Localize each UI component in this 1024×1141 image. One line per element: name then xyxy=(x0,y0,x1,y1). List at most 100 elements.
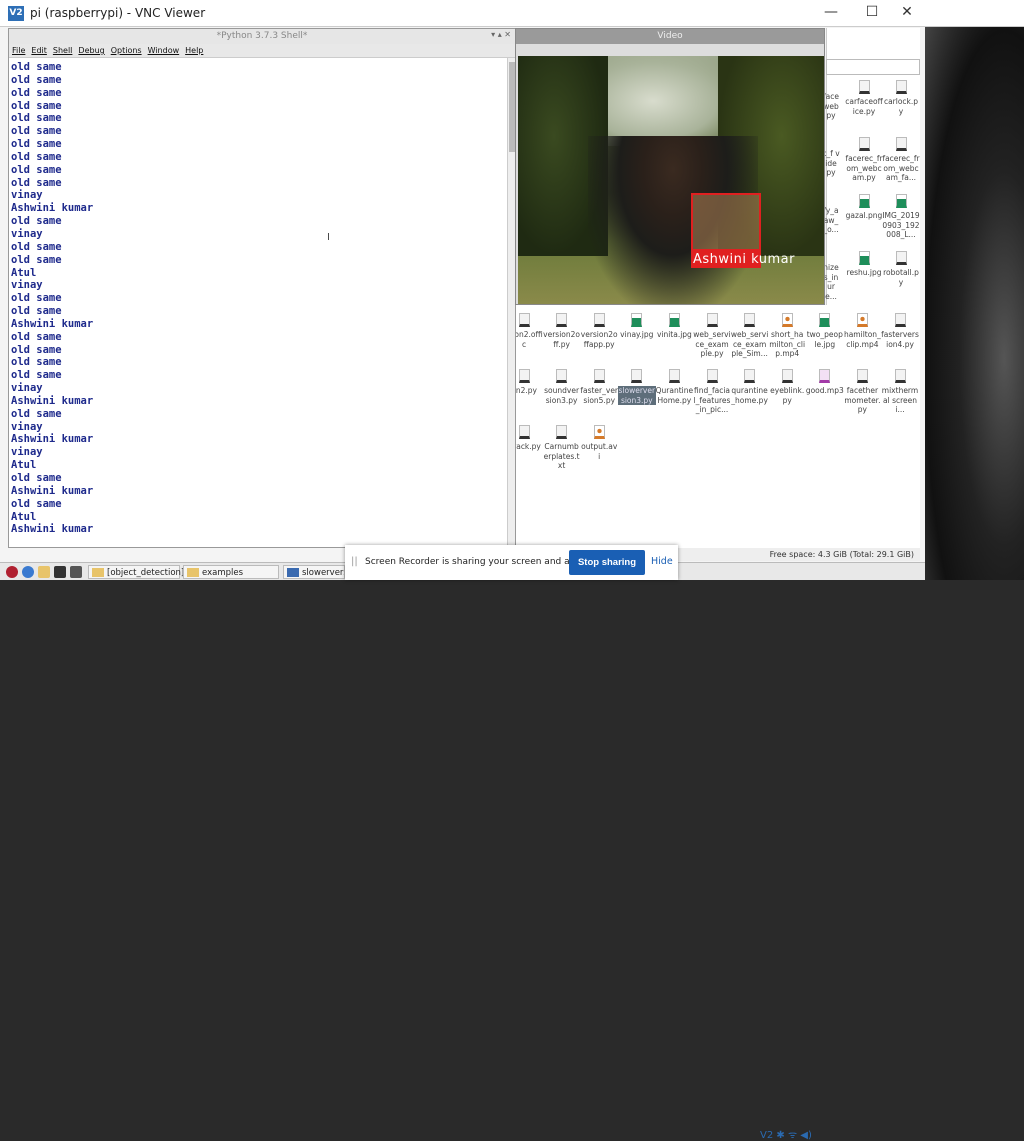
terminal-icon[interactable] xyxy=(54,566,66,578)
file-manager-path-input[interactable] xyxy=(826,59,920,75)
file-icon[interactable]: output.avi xyxy=(580,425,618,461)
folder-icon[interactable] xyxy=(38,566,50,578)
file-name: carlock.py xyxy=(883,97,919,116)
file-icon[interactable]: eyeblink.py xyxy=(768,369,806,405)
file-icon[interactable]: faster_version5.py xyxy=(580,369,618,405)
face-label: Ashwini kumar xyxy=(693,252,795,267)
system-tray[interactable]: V2 ✱ ᯤ ◀) xyxy=(760,1127,812,1141)
task-label: slowerversion xyxy=(302,568,344,578)
task-examples[interactable]: examples xyxy=(183,565,279,579)
hide-button[interactable]: Hide xyxy=(651,556,673,567)
file-type-icon xyxy=(781,313,793,327)
task-slowerversion[interactable]: slowerversion xyxy=(283,565,345,579)
close-button[interactable]: ✕ xyxy=(892,4,922,20)
menu-debug[interactable]: Debug xyxy=(78,46,104,55)
file-icon[interactable]: version2offapp.py xyxy=(580,313,618,349)
menu-edit[interactable]: Edit xyxy=(31,46,47,55)
file-icon[interactable]: version2off.py xyxy=(543,313,581,349)
file-icon[interactable]: IMG_20190903_192008_L... xyxy=(882,194,920,240)
raspberry-menu-icon[interactable] xyxy=(6,566,18,578)
file-name: IMG_20190903_192008_L... xyxy=(882,211,920,239)
file-icon[interactable]: web_service_example_Sim... xyxy=(731,313,769,359)
menu-file[interactable]: File xyxy=(12,46,25,55)
file-icon[interactable]: QurantineHome.py xyxy=(655,369,693,405)
shell-line: Atul xyxy=(11,459,37,472)
file-type-icon xyxy=(518,313,530,327)
shell-line: old same xyxy=(11,163,62,176)
file-type-icon xyxy=(781,369,793,383)
file-icon[interactable]: mixthermal screeni... xyxy=(881,369,919,415)
shell-line: vinay xyxy=(11,420,43,433)
file-icon[interactable]: Carnumberplates.txt xyxy=(543,425,581,471)
menu-window[interactable]: Window xyxy=(148,46,180,55)
file-name: facethermometer.py xyxy=(844,386,881,414)
shell-window-controls[interactable]: ▾ ▴ ✕ xyxy=(491,30,511,39)
file-icon[interactable]: vinita.jpg xyxy=(655,313,693,340)
file-name: slowerversion3.py xyxy=(617,386,656,405)
file-icon[interactable]: two_people.jpg xyxy=(806,313,844,349)
file-icon[interactable]: vinay.jpg xyxy=(618,313,656,340)
shell-line: Atul xyxy=(11,510,37,523)
stop-sharing-button[interactable]: Stop sharing xyxy=(569,550,645,575)
minimize-button[interactable]: — xyxy=(816,4,846,20)
menu-options[interactable]: Options xyxy=(111,46,142,55)
file-icon[interactable]: facerec_from_webcam_fa... xyxy=(882,137,920,183)
file-type-icon xyxy=(631,313,643,327)
file-icon[interactable]: fasterversion4.py xyxy=(881,313,919,349)
file-type-icon xyxy=(518,425,530,439)
file-name: version2off.py xyxy=(543,330,581,349)
python-icon xyxy=(287,568,299,577)
menu-help[interactable]: Help xyxy=(185,46,203,55)
face-detection-box xyxy=(691,193,761,251)
shell-line: vinay xyxy=(11,189,43,202)
file-icon[interactable]: hamilton_clip.mp4 xyxy=(843,313,881,349)
file-icon[interactable]: soundversion3.py xyxy=(543,369,581,405)
shell-line: old same xyxy=(11,292,62,305)
file-type-icon xyxy=(894,369,906,383)
file-name: mixthermal screeni... xyxy=(881,386,919,414)
file-icon[interactable]: facethermometer.py xyxy=(843,369,881,415)
shell-line: Ashwini kumar xyxy=(11,433,94,446)
shell-output[interactable]: old same old same old same old same old same… xyxy=(11,61,506,536)
file-icon[interactable]: robotall.py xyxy=(882,251,920,287)
file-icon[interactable]: find_facial_features_in_pic... xyxy=(693,369,731,415)
file-name: vinita.jpg xyxy=(656,330,692,339)
file-icon[interactable]: facerec_from_webcam.py xyxy=(845,137,883,183)
shell-menu-bar: File Edit Shell Debug Options Window Help xyxy=(9,44,515,58)
vnc-logo-icon: V2 xyxy=(8,6,24,21)
file-type-icon xyxy=(858,194,870,208)
video-frame: Ashwini kumar xyxy=(518,56,824,304)
file-icon[interactable]: web_service_example.py xyxy=(693,313,731,359)
file-icon[interactable]: reshu.jpg xyxy=(845,251,883,278)
file-type-icon xyxy=(556,425,568,439)
file-icon[interactable]: slowerversion3.py xyxy=(617,369,656,405)
browser-icon[interactable] xyxy=(22,566,34,578)
file-icon[interactable]: short_hamilton_clip.mp4 xyxy=(768,313,806,359)
shell-line: Ashwini kumar xyxy=(11,394,94,407)
file-name: robotall.py xyxy=(883,268,919,287)
file-type-icon xyxy=(556,313,568,327)
folder-icon xyxy=(187,568,199,577)
file-icon[interactable]: carlock.py xyxy=(882,80,920,116)
shell-title: *Python 3.7.3 Shell* xyxy=(9,29,515,44)
file-name: Carnumberplates.txt xyxy=(543,442,580,470)
drag-handle-icon[interactable]: || xyxy=(351,556,358,567)
file-icon[interactable]: carfaceoffice.py xyxy=(845,80,883,116)
file-name: web_service_example.py xyxy=(693,330,731,358)
file-name: eyeblink.py xyxy=(770,386,805,405)
file-type-icon xyxy=(895,194,907,208)
file-icon[interactable]: gazal.png xyxy=(845,194,883,221)
file-icon[interactable]: qurantine_home.py xyxy=(731,369,769,405)
shell-scrollbar[interactable] xyxy=(507,58,515,547)
file-name: version2offapp.py xyxy=(580,330,618,349)
file-type-icon xyxy=(744,313,756,327)
terminal-icon[interactable] xyxy=(70,566,82,578)
file-icon[interactable]: good.mp3 xyxy=(806,369,844,396)
task-object-detection[interactable]: [object_detection] xyxy=(88,565,184,579)
shell-line: old same xyxy=(11,86,62,99)
file-type-icon xyxy=(819,313,831,327)
maximize-button[interactable]: ☐ xyxy=(857,4,887,20)
file-type-icon xyxy=(518,369,530,383)
file-name: facerec_from_webcam_fa... xyxy=(882,154,920,182)
menu-shell[interactable]: Shell xyxy=(53,46,73,55)
